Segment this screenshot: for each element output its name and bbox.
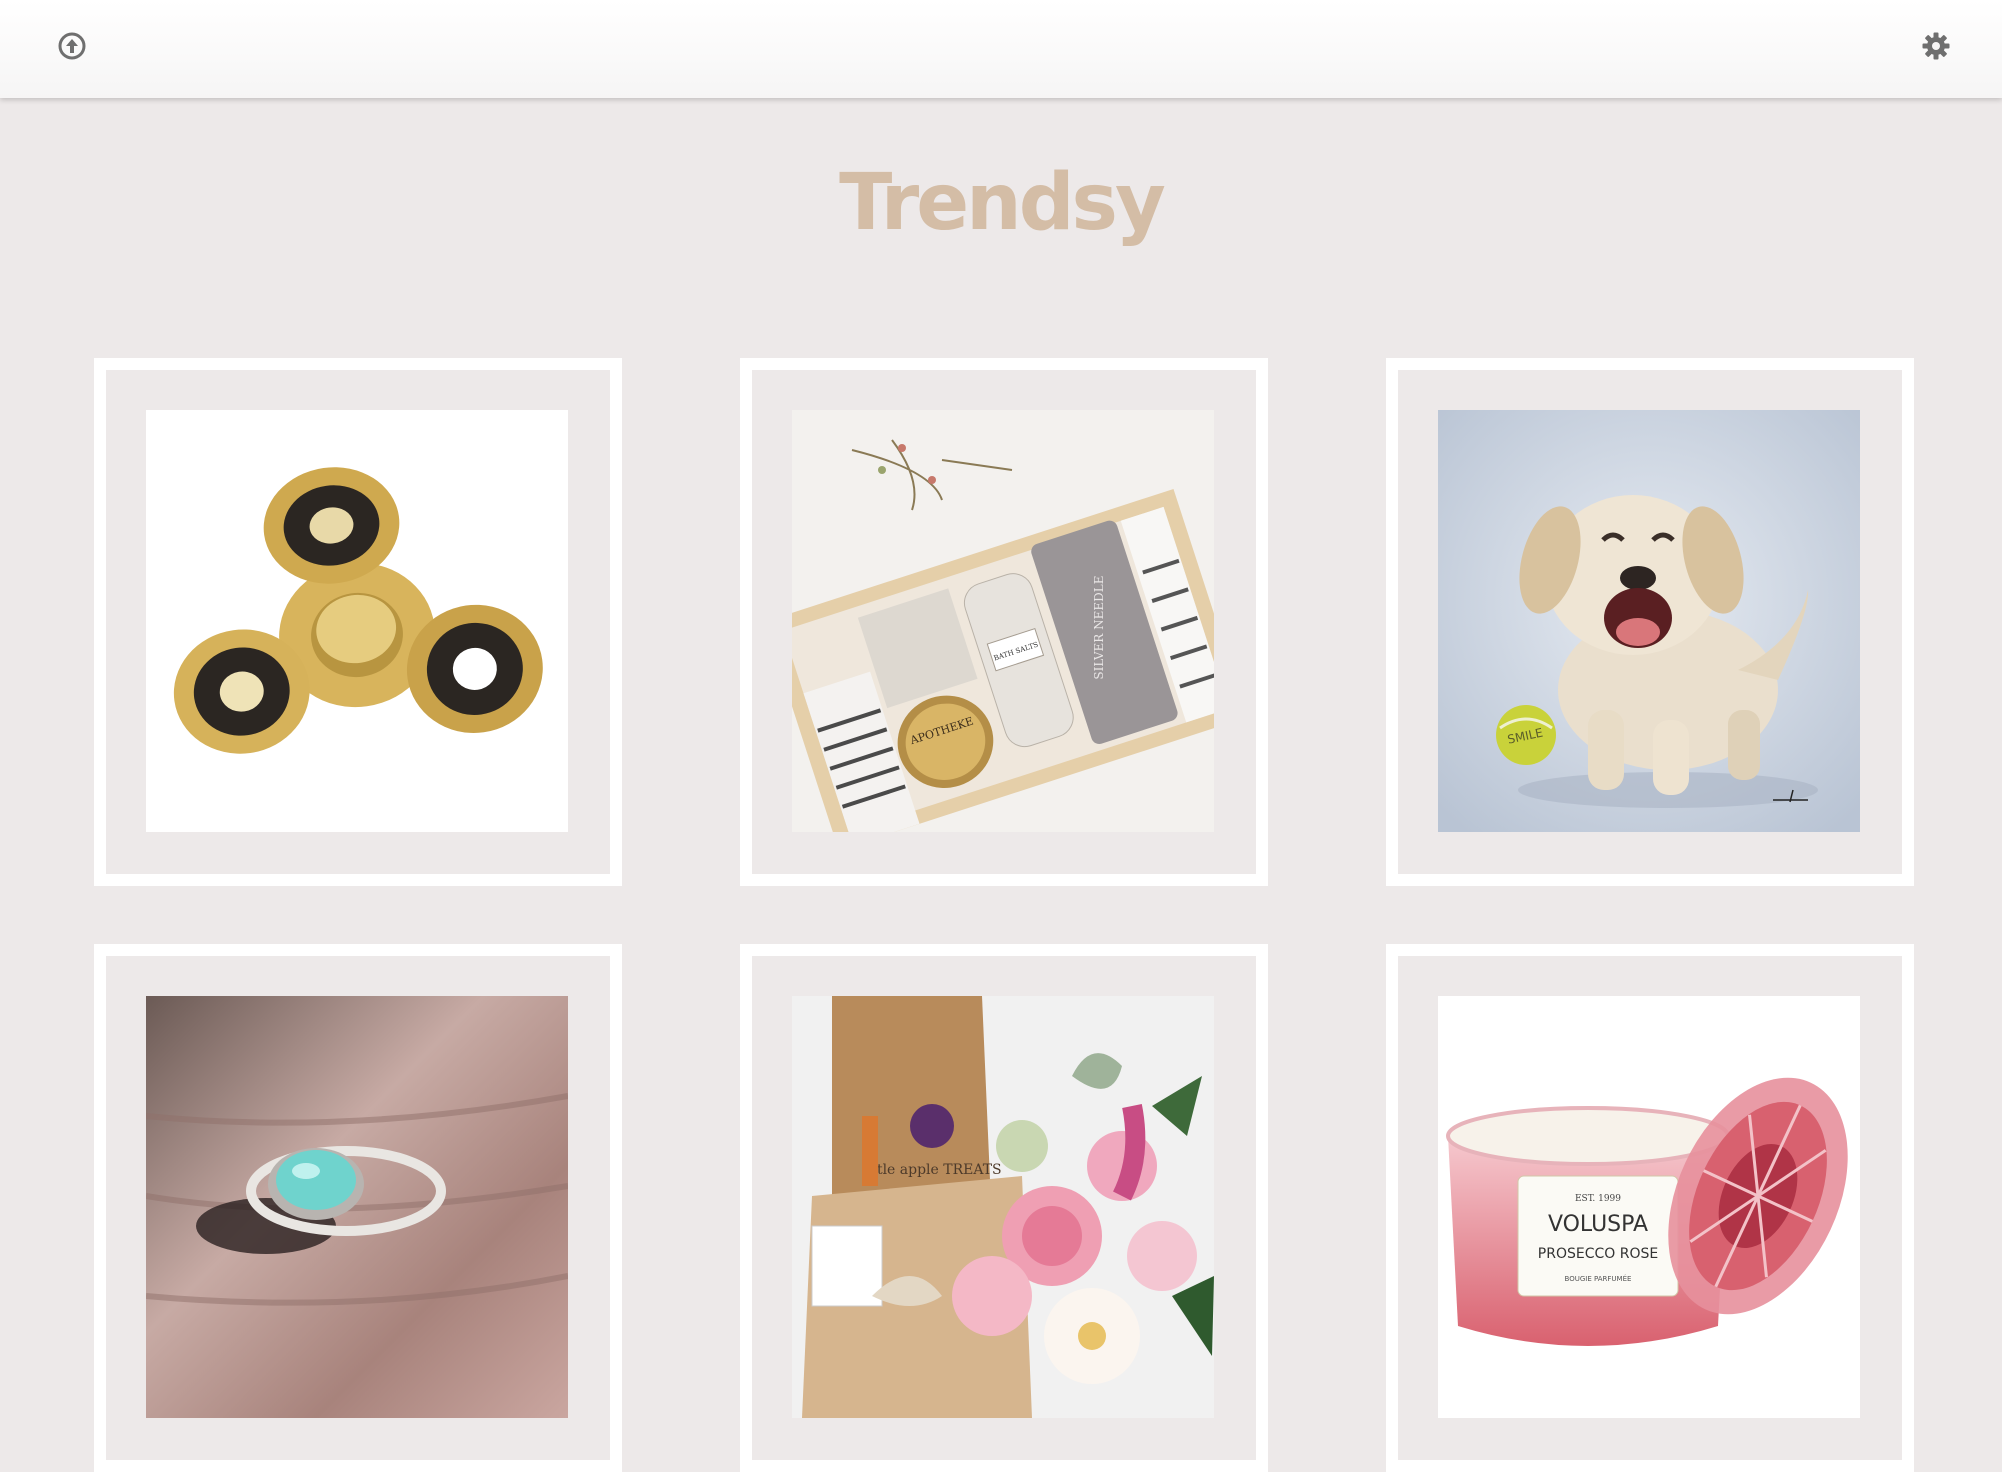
candle-brand-text: VOLUSPA xyxy=(1548,1212,1648,1237)
candle-product-text: PROSECCO ROSE xyxy=(1538,1246,1658,1262)
flower-gift-basket-image: little apple TREATS xyxy=(792,996,1214,1418)
card-mat: APOTHEKE BATH SALTS SILVER NEEDLE xyxy=(752,370,1256,874)
candle-est-text: EST. 1999 xyxy=(1575,1194,1621,1204)
gear-icon[interactable] xyxy=(1916,26,1956,66)
product-card-flower-gift-basket[interactable]: little apple TREATS xyxy=(740,944,1268,1472)
product-card-gift-box[interactable]: APOTHEKE BATH SALTS SILVER NEEDLE xyxy=(740,358,1268,886)
card-mat xyxy=(106,956,610,1460)
card-mat: EST. 1999 VOLUSPA PROSECCO ROSE BOUGIE P… xyxy=(1398,956,1902,1460)
page-title: Trendsy xyxy=(839,158,1166,248)
fidget-spinner-image xyxy=(146,410,568,832)
circle-arrow-up-icon[interactable] xyxy=(52,26,92,66)
card-mat: little apple TREATS xyxy=(752,956,1256,1460)
canister-label-text: SILVER NEEDLE xyxy=(1092,575,1106,679)
product-card-turquoise-ring[interactable] xyxy=(94,944,622,1472)
product-card-puppy-painting[interactable]: SMILE xyxy=(1386,358,1914,886)
product-card-candle[interactable]: EST. 1999 VOLUSPA PROSECCO ROSE BOUGIE P… xyxy=(1386,944,1914,1472)
candle-image: EST. 1999 VOLUSPA PROSECCO ROSE BOUGIE P… xyxy=(1438,996,1860,1418)
puppy-painting-image: SMILE xyxy=(1438,410,1860,832)
bag-label-text: little apple TREATS xyxy=(862,1162,1001,1178)
card-mat: SMILE xyxy=(1398,370,1902,874)
card-mat xyxy=(106,370,610,874)
turquoise-ring-image xyxy=(146,996,568,1418)
gift-box-image: APOTHEKE BATH SALTS SILVER NEEDLE xyxy=(792,410,1214,832)
top-bar xyxy=(0,0,2002,98)
product-card-fidget-spinner[interactable] xyxy=(94,358,622,886)
candle-sub-text: BOUGIE PARFUMÉE xyxy=(1565,1274,1632,1283)
